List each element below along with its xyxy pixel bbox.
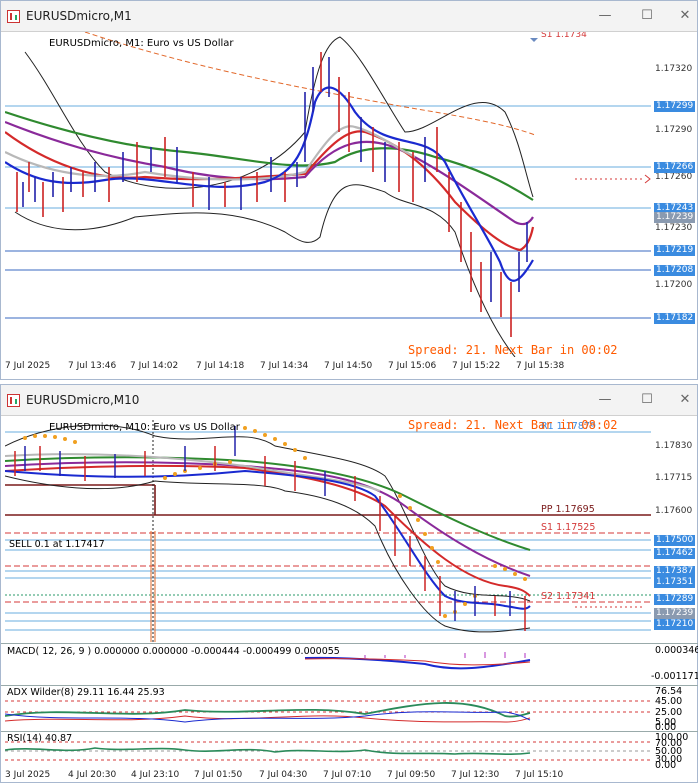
price-tick: 1.17830 xyxy=(655,441,693,451)
time-label: 7 Jul 15:22 xyxy=(452,361,501,371)
price-label: 1.17239 xyxy=(654,212,696,223)
price-tick: 1.17200 xyxy=(655,280,693,290)
time-label: 7 Jul 14:18 xyxy=(196,361,245,371)
pivot-s1-label: S1 1.17525 xyxy=(541,522,595,533)
time-label: 7 Jul 14:34 xyxy=(260,361,309,371)
time-label: 7 Jul 01:50 xyxy=(194,770,243,780)
time-label: 4 Jul 20:30 xyxy=(68,770,117,780)
price-label: 1.17387 xyxy=(654,566,696,577)
price-label: 1.17239 xyxy=(654,608,696,619)
rsi-label: RSI(14) 40.87 xyxy=(7,733,73,744)
price-tick: 1.17260 xyxy=(655,172,693,182)
adx-tick: 45.00 xyxy=(655,696,683,707)
cut-s1-label: S1 1.1734 xyxy=(541,32,587,40)
price-chart-m10[interactable]: R1 1.17879 PP 1.17695 S1 1.17525 S2 1.17… xyxy=(5,416,651,642)
chart-window-m1[interactable]: EURUSDmicro,M1 — ☐ ✕ S1 1.1734 EURUSDmic… xyxy=(0,0,698,380)
rsi-panel[interactable]: RSI(14) 40.87 100.00 70.00 50.00 30.00 0… xyxy=(1,731,698,771)
time-label: 4 Jul 23:10 xyxy=(131,770,180,780)
price-chart-m1[interactable]: S1 1.1734 xyxy=(5,32,651,357)
close-button[interactable]: ✕ xyxy=(671,390,698,410)
time-label: 7 Jul 15:38 xyxy=(516,361,565,371)
time-label: 7 Jul 14:50 xyxy=(324,361,373,371)
time-axis-m10: 3 Jul 2025 4 Jul 20:30 4 Jul 23:10 7 Jul… xyxy=(1,769,651,783)
spread-timer: Spread: 21. Next Bar in 08:02 xyxy=(408,418,618,432)
adx-label: ADX Wilder(8) 29.11 16.44 25.93 xyxy=(7,687,165,698)
minimize-button[interactable]: — xyxy=(591,390,619,410)
price-label: 1.17351 xyxy=(654,577,696,588)
price-tick: 1.17320 xyxy=(655,64,693,74)
price-tick: 1.17290 xyxy=(655,125,693,135)
time-label: 7 Jul 15:06 xyxy=(388,361,437,371)
time-axis-m1: 7 Jul 2025 7 Jul 13:46 7 Jul 14:02 7 Jul… xyxy=(1,360,651,374)
window-title: EURUSDmicro,M1 xyxy=(26,9,132,23)
window-title: EURUSDmicro,M10 xyxy=(26,393,140,407)
maximize-button[interactable]: ☐ xyxy=(633,390,661,410)
price-label: 1.17210 xyxy=(654,619,696,630)
macd-panel[interactable]: MACD( 12, 26, 9 ) 0.000000 0.000000 -0.0… xyxy=(1,643,698,686)
price-axis-m1: 1.17320 1.17290 1.17260 1.17230 1.17200 … xyxy=(651,32,696,357)
pivot-s2-label: S2 1.17341 xyxy=(541,591,595,602)
chart-window-icon xyxy=(7,394,20,407)
price-label: 1.17500 xyxy=(654,535,696,546)
chart-symbol-label: EURUSDmicro, M10: Euro vs US Dollar xyxy=(49,422,240,433)
price-label: 1.17219 xyxy=(654,245,696,256)
spread-timer: Spread: 21. Next Bar in 00:02 xyxy=(408,343,618,357)
price-label: 1.17182 xyxy=(654,313,696,324)
time-label: 7 Jul 04:30 xyxy=(259,770,308,780)
price-tick: 1.17715 xyxy=(655,473,693,483)
time-label: 7 Jul 14:02 xyxy=(130,361,179,371)
time-label: 7 Jul 2025 xyxy=(5,361,51,371)
price-label: 1.17299 xyxy=(654,101,696,112)
price-label: 1.17289 xyxy=(654,594,696,605)
window-titlebar[interactable]: EURUSDmicro,M10 — ☐ ✕ xyxy=(1,385,697,416)
price-label: 1.17462 xyxy=(654,548,696,559)
time-label: 3 Jul 2025 xyxy=(5,770,51,780)
macd-label: MACD( 12, 26, 9 ) 0.000000 0.000000 -0.0… xyxy=(7,646,340,657)
price-axis-m10: 1.17830 1.17715 1.17600 1.17500 1.17462 … xyxy=(651,416,696,642)
macd-tick: -0.001171 xyxy=(651,671,698,682)
adx-panel[interactable]: ADX Wilder(8) 29.11 16.44 25.93 76.54 45… xyxy=(1,685,698,733)
time-label: 7 Jul 13:46 xyxy=(68,361,117,371)
sell-order-label[interactable]: SELL 0.1 at 1.17417 xyxy=(9,539,105,550)
macd-tick: 0.000346 xyxy=(655,645,698,656)
time-label: 7 Jul 09:50 xyxy=(387,770,436,780)
chart-symbol-label: EURUSDmicro, M1: Euro vs US Dollar xyxy=(49,38,234,49)
price-tick: 1.17600 xyxy=(655,506,693,516)
price-label: 1.17266 xyxy=(654,162,696,173)
chart-window-icon xyxy=(7,10,20,23)
price-label: 1.17208 xyxy=(654,265,696,276)
time-label: 7 Jul 15:10 xyxy=(515,770,564,780)
rsi-tick: 0.00 xyxy=(655,760,677,771)
rsi-plot xyxy=(5,741,651,761)
time-label: 7 Jul 12:30 xyxy=(451,770,500,780)
close-button[interactable]: ✕ xyxy=(671,6,698,26)
pivot-pp-label: PP 1.17695 xyxy=(541,504,595,515)
time-label: 7 Jul 07:10 xyxy=(323,770,372,780)
chart-window-m10[interactable]: EURUSDmicro,M10 — ☐ ✕ R1 1.17879 PP 1.17… xyxy=(0,384,698,783)
maximize-button[interactable]: ☐ xyxy=(633,6,661,26)
minimize-button[interactable]: — xyxy=(591,6,619,26)
window-titlebar[interactable]: EURUSDmicro,M1 — ☐ ✕ xyxy=(1,1,697,32)
price-tick: 1.17230 xyxy=(655,223,693,233)
